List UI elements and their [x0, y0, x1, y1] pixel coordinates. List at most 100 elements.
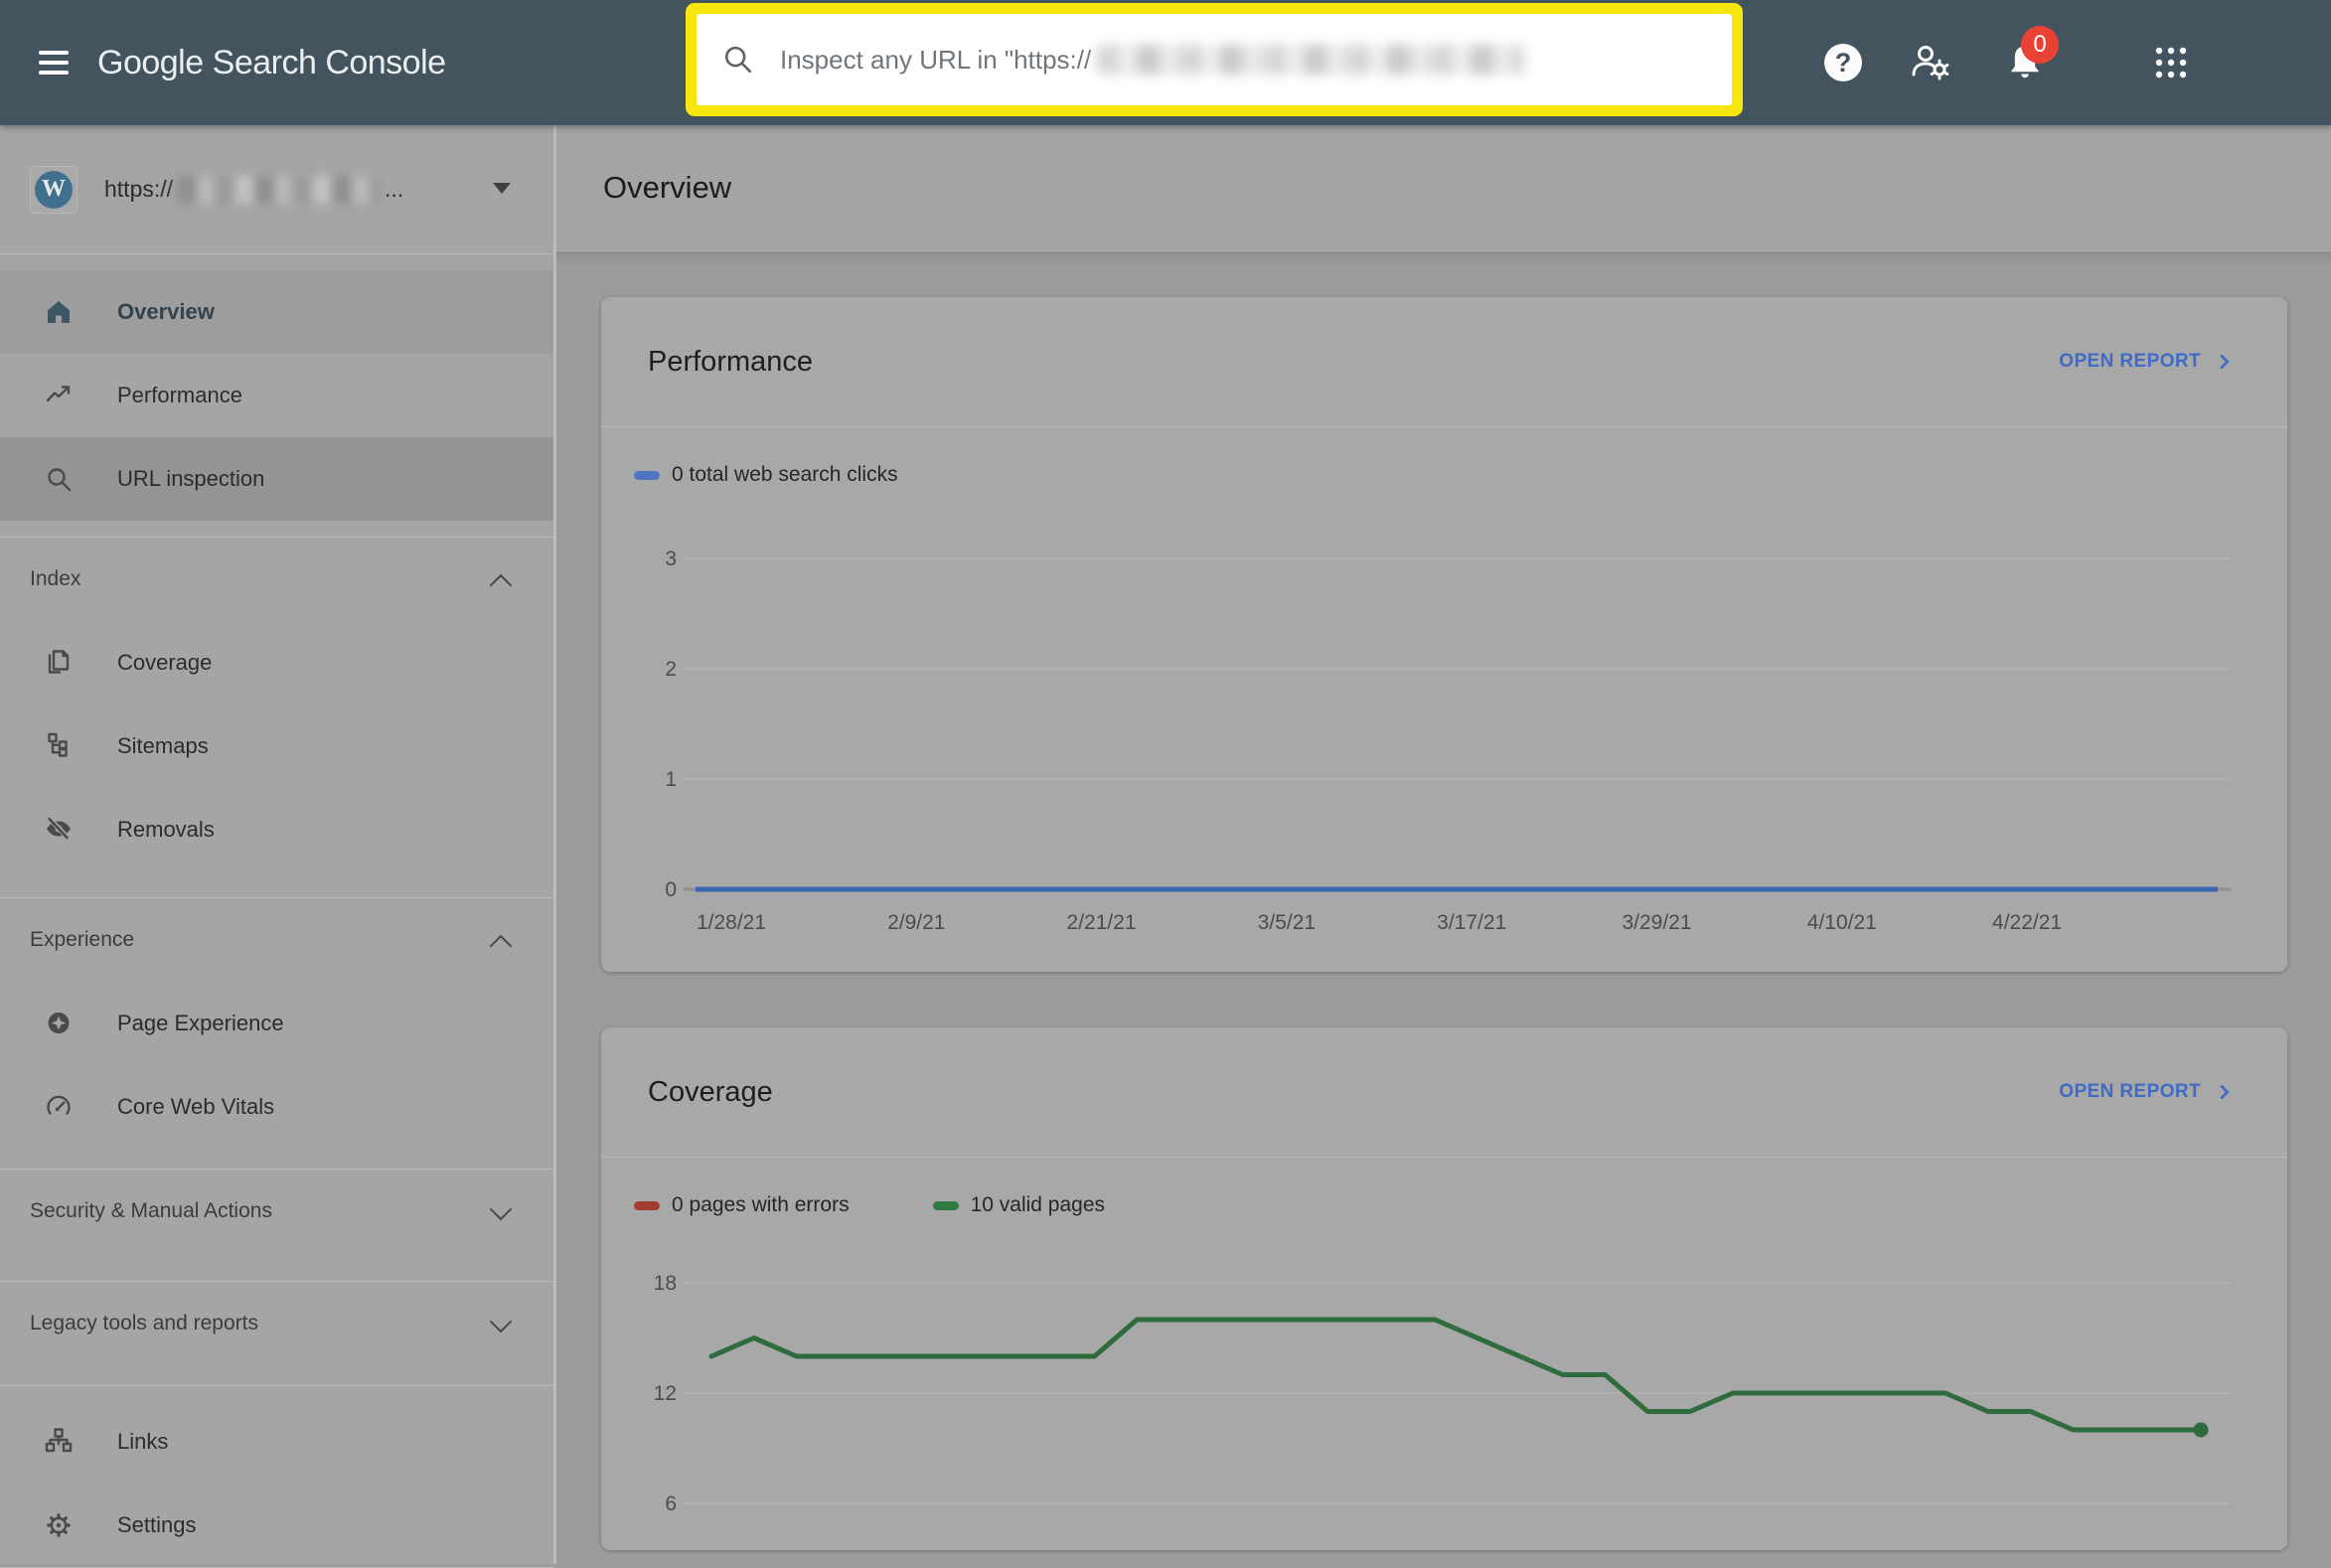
section-label: Legacy tools and reports: [30, 1312, 258, 1334]
chevron-up-icon: [489, 573, 513, 597]
chevron-right-icon: [2220, 1084, 2230, 1100]
sidebar-item-core-web-vitals[interactable]: Core Web Vitals: [0, 1065, 553, 1149]
sidebar-item-links[interactable]: Links: [0, 1400, 553, 1484]
apps-grid-icon: [2155, 47, 2187, 78]
open-report-performance[interactable]: OPEN REPORT: [2053, 350, 2241, 374]
search-placeholder: Inspect any URL in "https://: [780, 44, 1092, 75]
chevron-down-icon: [489, 1197, 513, 1221]
section-label: Security & Manual Actions: [30, 1199, 272, 1222]
sidebar-item-sitemaps[interactable]: Sitemaps: [0, 705, 553, 788]
page-header: Overview: [556, 125, 2331, 250]
performance-legend: 0 total web search clicks: [634, 455, 2287, 495]
apps-button[interactable]: [2149, 41, 2193, 84]
card-title: Coverage: [648, 1075, 773, 1108]
logo-product: Search Console: [212, 43, 446, 81]
sidebar-item-label: Coverage: [117, 650, 213, 675]
sidebar-section: Links Settings: [0, 1386, 553, 1567]
app-logo[interactable]: Google Search Console: [97, 0, 446, 125]
redacted-url-blur: [1097, 45, 1525, 75]
chevron-right-icon: [2220, 354, 2230, 370]
x-tick-label: 3/5/21: [1258, 911, 1316, 934]
y-tick-label: 12: [654, 1382, 677, 1405]
sidebar-item-label: Performance: [117, 383, 242, 407]
search-icon: [724, 46, 752, 74]
header-shadow: [556, 251, 2331, 267]
sidebar-nav: Overview Performance URL inspection Index Co…: [0, 254, 553, 1568]
sidebar-item-page-experience[interactable]: Page Experience: [0, 982, 553, 1065]
sidebar-item-label: Links: [117, 1429, 169, 1454]
sidebar-item-performance[interactable]: Performance: [0, 354, 553, 437]
sidebar-item-label: Settings: [117, 1512, 197, 1537]
sidebar-item-label: Removals: [117, 817, 215, 842]
sidebar: W https:// ... Overview Performance URL in…: [0, 125, 553, 1568]
x-tick-label: 2/21/21: [1067, 911, 1137, 934]
x-tick-label: 3/17/21: [1437, 911, 1506, 934]
x-tick-label: 2/9/21: [887, 911, 945, 934]
sidebar-item-label: Page Experience: [117, 1011, 284, 1035]
sidebar-section-header-legacy-tools-and-reports[interactable]: Legacy tools and reports: [0, 1282, 553, 1365]
help-button[interactable]: ?: [1821, 41, 1865, 84]
coverage-chart: 18 12 6: [654, 1272, 2231, 1515]
sidebar-item-overview[interactable]: Overview: [0, 270, 553, 354]
removals-icon: [44, 815, 74, 845]
sitemaps-icon: [44, 731, 74, 761]
y-tick-label: 2: [665, 658, 677, 681]
redacted-property-blur: [177, 175, 382, 204]
property-url: https:// ...: [104, 175, 404, 204]
performance-icon: [44, 381, 74, 410]
sidebar-item-label: Sitemaps: [117, 733, 209, 758]
x-tick-label: 3/29/21: [1622, 911, 1691, 934]
page-experience-icon: [44, 1009, 74, 1038]
x-tick-label: 4/22/21: [1992, 911, 2062, 934]
main-content: Overview Performance OPEN REPORT 0 total…: [556, 125, 2331, 1564]
wordpress-icon: W: [35, 170, 73, 209]
user-gear-icon: [1912, 46, 1949, 80]
open-report-coverage[interactable]: OPEN REPORT: [2053, 1080, 2241, 1104]
coverage-legend: 0 pages with errors 10 valid pages: [634, 1185, 2287, 1225]
y-tick-label: 0: [665, 878, 677, 901]
sidebar-item-removals[interactable]: Removals: [0, 788, 553, 871]
legend-dash: [634, 470, 660, 480]
performance-chart: 3 2 1 0 1/28/21 2/9/21 2/21/21 3/5/21 3/17/21 3/2…: [665, 548, 2231, 934]
core-web-vitals-icon: [44, 1092, 74, 1122]
divider: [601, 1157, 2287, 1158]
legend-label: 10 valid pages: [970, 1193, 1106, 1216]
performance-card: Performance OPEN REPORT 0 total web sear…: [601, 297, 2287, 972]
coverage-card: Coverage OPEN REPORT 0 pages with errors…: [601, 1027, 2287, 1550]
avatar[interactable]: [2230, 28, 2299, 97]
sidebar-section-header-index[interactable]: Index: [0, 538, 553, 621]
help-icon: ?: [1824, 44, 1862, 81]
legend-dash: [932, 1200, 959, 1210]
y-tick-label: 18: [654, 1272, 677, 1295]
menu-button[interactable]: [33, 38, 78, 87]
coverage-icon: [44, 648, 74, 678]
sidebar-item-coverage[interactable]: Coverage: [0, 621, 553, 705]
user-settings-button[interactable]: [1906, 39, 1953, 86]
settings-icon: [44, 1510, 74, 1540]
avatar-blur-image: [2230, 28, 2299, 97]
logo-google: Google: [97, 43, 204, 81]
legend-dash: [634, 1200, 660, 1210]
y-tick-label: 6: [665, 1492, 677, 1515]
chevron-up-icon: [489, 934, 513, 958]
sidebar-section-header-security-manual-actions[interactable]: Security & Manual Actions: [0, 1170, 553, 1253]
sidebar-section-header-experience[interactable]: Experience: [0, 898, 553, 982]
legend-label: 0 pages with errors: [672, 1193, 850, 1216]
svg-text:?: ?: [1835, 48, 1852, 78]
x-tick-label: 4/10/21: [1807, 911, 1877, 934]
sidebar-section: Overview Performance URL inspection: [0, 254, 553, 537]
sidebar-item-url-inspection[interactable]: URL inspection: [0, 437, 553, 521]
legend-item: 0 pages with errors: [634, 1193, 850, 1217]
sidebar-item-settings[interactable]: Settings: [0, 1484, 553, 1567]
y-tick-label: 1: [665, 768, 677, 791]
url-inspection-input[interactable]: Inspect any URL in "https://: [697, 14, 1732, 105]
sidebar-item-label: Overview: [117, 299, 215, 324]
links-icon: [44, 1427, 74, 1457]
sidebar-item-label: Core Web Vitals: [117, 1094, 275, 1119]
property-selector[interactable]: W https:// ...: [0, 125, 553, 253]
y-tick-label: 3: [665, 548, 677, 570]
section-label: Index: [30, 567, 81, 590]
search-highlight-annotation: Inspect any URL in "https://: [686, 3, 1743, 116]
overview-content: Performance OPEN REPORT 0 total web sear…: [556, 267, 2331, 1550]
notification-badge: 0: [2021, 26, 2059, 64]
